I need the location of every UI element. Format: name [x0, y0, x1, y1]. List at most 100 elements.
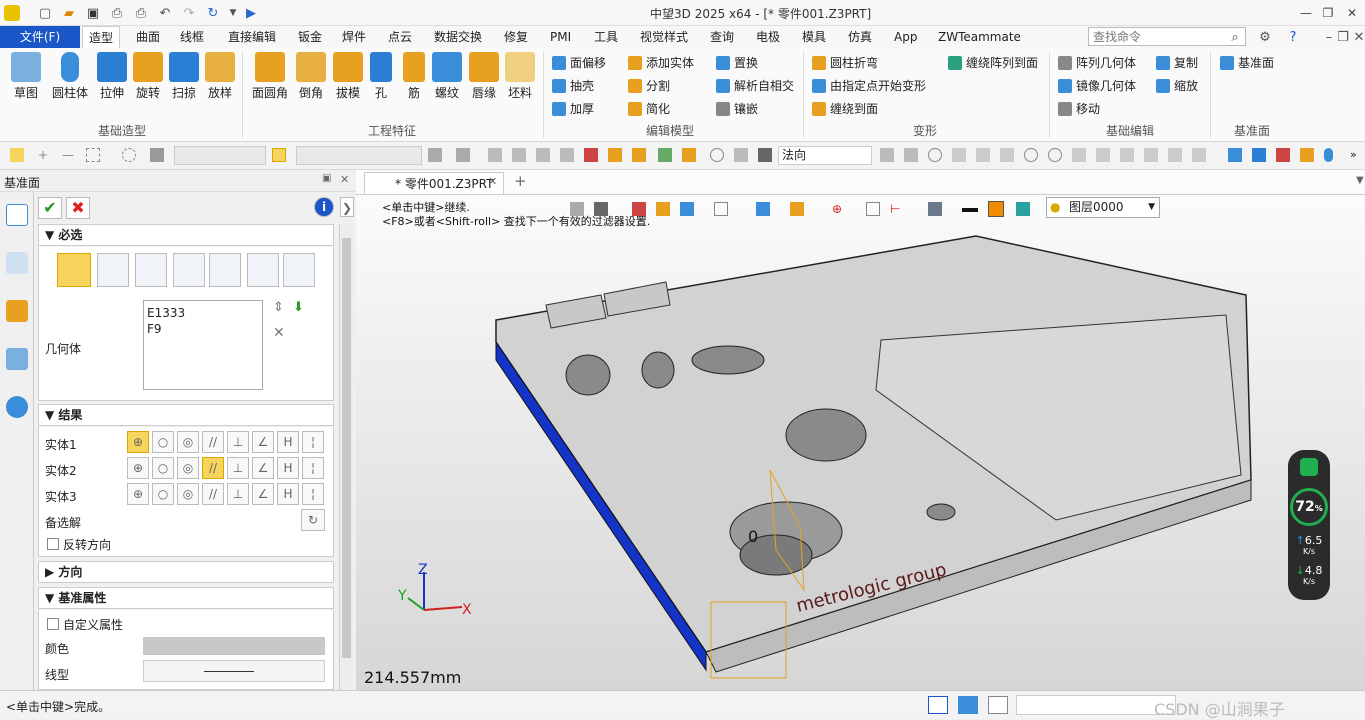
constraint-perpendicular-icon[interactable]: ⊥: [227, 431, 249, 453]
constraint-symmetric-icon[interactable]: ¦: [302, 431, 324, 453]
tool-icon[interactable]: [512, 148, 526, 162]
tool-icon[interactable]: [536, 148, 550, 162]
tab-surface[interactable]: 曲面: [136, 26, 160, 48]
section-result[interactable]: ▼ 结果: [38, 404, 334, 426]
section-direction[interactable]: ▶ 方向: [38, 561, 334, 583]
mirror-geometry-button[interactable]: 镜像几何体: [1058, 77, 1136, 94]
tab-point-cloud[interactable]: 点云: [388, 26, 412, 48]
section-datum-attrs[interactable]: ▼ 基准属性: [38, 587, 334, 609]
tool-icon[interactable]: [1000, 148, 1014, 162]
linetype-dropdown[interactable]: [143, 660, 325, 682]
tab-data-exchange[interactable]: 数据交换: [434, 26, 482, 48]
wrap-pattern-to-face-button[interactable]: 缠绕阵列到面: [948, 54, 1038, 71]
deform-from-point-button[interactable]: 由指定点开始变形: [812, 77, 926, 94]
reorder-icon[interactable]: ⇕: [273, 300, 284, 315]
tool-icon[interactable]: [758, 148, 772, 162]
confirm-button[interactable]: ✔: [38, 197, 62, 219]
3d-viewport[interactable]: * 零件001.Z3PRT ✕ + ▼ <单击中键>继续. <F8>或者<Shi…: [356, 170, 1365, 690]
tool-icon[interactable]: [584, 148, 598, 162]
play-icon[interactable]: ▶: [242, 4, 260, 22]
revolve-button[interactable]: 旋转: [130, 48, 166, 101]
restore-icon[interactable]: ❐: [1316, 3, 1340, 23]
tool-icon[interactable]: [608, 148, 622, 162]
datum-type-view-icon[interactable]: [283, 253, 315, 287]
tool-icon[interactable]: [904, 148, 918, 162]
thread-button[interactable]: 螺纹: [430, 48, 464, 101]
redo-icon[interactable]: ↷: [180, 4, 198, 22]
tab-wireframe[interactable]: 线框: [180, 26, 204, 48]
new-file-icon[interactable]: ▢: [36, 4, 54, 22]
simplify-button[interactable]: 简化: [628, 100, 670, 117]
tool-icon[interactable]: [632, 148, 646, 162]
tool-icon[interactable]: [658, 148, 672, 162]
constraint-concentric-icon[interactable]: ◎: [177, 483, 199, 505]
datum-type-line-icon[interactable]: [209, 253, 241, 287]
custom-attr-checkbox[interactable]: [47, 618, 59, 630]
constraint-symmetric-icon[interactable]: ¦: [302, 457, 324, 479]
part-icon[interactable]: [6, 300, 28, 322]
tool-icon[interactable]: [1072, 148, 1086, 162]
move-button[interactable]: 移动: [1058, 100, 1100, 117]
tab-pmi[interactable]: PMI: [550, 26, 571, 48]
tool-icon[interactable]: [1252, 148, 1266, 162]
rib-button[interactable]: 筋: [398, 48, 430, 101]
list-item[interactable]: F9: [147, 321, 259, 337]
panel-scrollbar[interactable]: [339, 224, 353, 690]
split-button[interactable]: 分割: [628, 77, 670, 94]
tab-tools[interactable]: 工具: [594, 26, 618, 48]
info-icon[interactable]: i: [314, 197, 334, 217]
tab-weldment[interactable]: 焊件: [342, 26, 366, 48]
toolbar-overflow-icon[interactable]: »: [1350, 148, 1364, 162]
tool-icon[interactable]: [1024, 148, 1038, 162]
constraint-angle-icon[interactable]: ∠: [252, 457, 274, 479]
tool-icon[interactable]: [456, 148, 470, 162]
tool-icon[interactable]: [682, 148, 696, 162]
print-preview-icon[interactable]: ⎙: [132, 4, 150, 22]
gear-icon[interactable]: ⚙: [1256, 28, 1274, 46]
tool-icon[interactable]: [560, 148, 574, 162]
constraint-coincident-icon[interactable]: ⊕: [127, 457, 149, 479]
tab-query[interactable]: 查询: [710, 26, 734, 48]
face-fillet-button[interactable]: 面圆角: [250, 48, 290, 101]
reverse-checkbox[interactable]: [47, 538, 59, 550]
copy-button[interactable]: 复制: [1156, 54, 1198, 71]
constraint-perpendicular-icon[interactable]: ⊥: [227, 457, 249, 479]
pick-dropdown[interactable]: [296, 146, 422, 165]
refresh-icon[interactable]: ↻: [204, 4, 222, 22]
hole-button[interactable]: 孔: [366, 48, 396, 101]
minus-icon[interactable]: —: [62, 148, 76, 162]
tool-icon[interactable]: [952, 148, 966, 162]
tool-icon[interactable]: [1168, 148, 1182, 162]
constraint-concentric-icon[interactable]: ◎: [177, 431, 199, 453]
part-model[interactable]: metrologic group 0: [356, 170, 1365, 690]
tool-icon[interactable]: [1324, 148, 1333, 162]
remove-entity-icon[interactable]: ✕: [273, 325, 285, 341]
stock-button[interactable]: 坯料: [502, 48, 538, 101]
tool-icon[interactable]: [1096, 148, 1110, 162]
tool-icon[interactable]: [734, 148, 748, 162]
plus-icon[interactable]: +: [38, 148, 52, 162]
box-select-icon[interactable]: [86, 148, 100, 162]
tool-icon[interactable]: [428, 148, 442, 162]
user-icon[interactable]: [6, 396, 28, 418]
lip-button[interactable]: 唇缘: [466, 48, 502, 101]
datum-type-angle-icon[interactable]: [135, 253, 167, 287]
status-list-icon[interactable]: [988, 696, 1008, 714]
constraint-perpendicular-icon[interactable]: ⊥: [227, 483, 249, 505]
status-panel-icon[interactable]: [928, 696, 948, 714]
pattern-geometry-button[interactable]: 阵列几何体: [1058, 54, 1136, 71]
constraint-coincident-icon[interactable]: ⊕: [127, 483, 149, 505]
network-speed-widget[interactable]: 72% ↑6.5 K/s ↓4.8 K/s: [1288, 450, 1330, 600]
open-folder-icon[interactable]: ▰: [60, 4, 78, 22]
pick-icon[interactable]: [272, 148, 286, 162]
inlay-button[interactable]: 镶嵌: [716, 100, 758, 117]
alt-solution-button[interactable]: ↻: [301, 509, 325, 531]
tool-icon[interactable]: [976, 148, 990, 162]
tab-modeling[interactable]: 造型: [82, 26, 121, 48]
wrap-to-face-button[interactable]: 缠绕到面: [812, 100, 878, 117]
tab-sheet-metal[interactable]: 钣金: [298, 26, 322, 48]
list-item[interactable]: E1333: [147, 305, 259, 321]
constraint-parallel-icon[interactable]: //: [202, 431, 224, 453]
extrude-button[interactable]: 拉伸: [94, 48, 130, 101]
cylinder-button[interactable]: 圆柱体: [48, 48, 92, 101]
